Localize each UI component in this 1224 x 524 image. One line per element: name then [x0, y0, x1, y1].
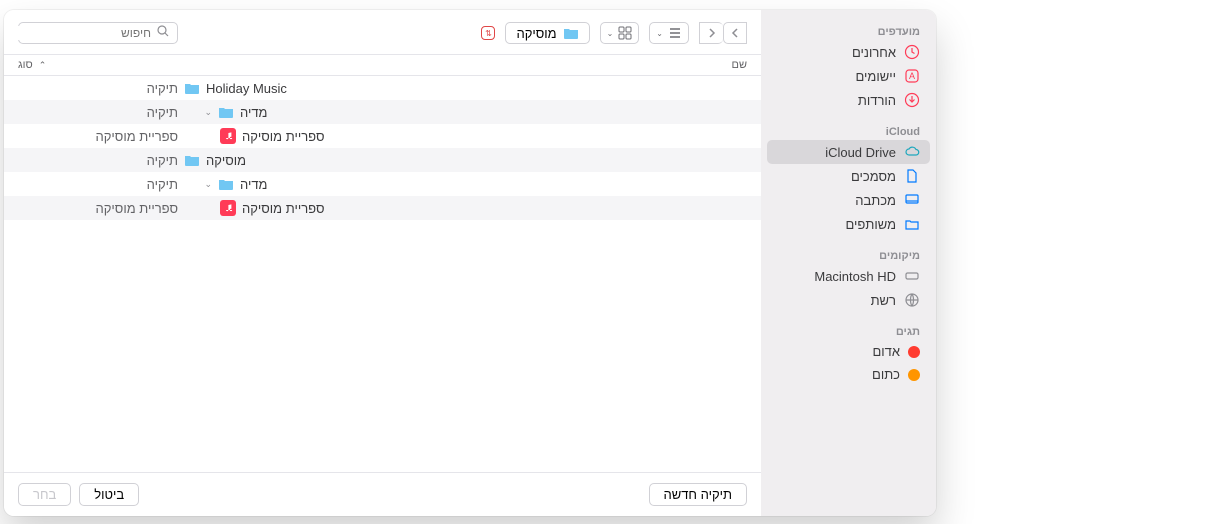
file-list: Holiday Music תיקיה מדיה ⌄ תיקיה ספריית מוסיק…: [4, 76, 761, 472]
view-group-button[interactable]: ⌄: [600, 22, 640, 44]
sidebar-item-shared[interactable]: משותפים: [761, 212, 936, 236]
sidebar-item-label: כתום: [777, 367, 900, 382]
sidebar-heading-tags: תגים: [761, 322, 936, 340]
folder-icon: [218, 176, 234, 192]
row-name-cell: מדיה ⌄: [178, 176, 747, 192]
sidebar-item-label: הורדות: [777, 93, 896, 108]
toolbar: ⌄ ⌄ מוסיקה ⇅: [4, 10, 761, 54]
sidebar-item-label: אחרונים: [777, 45, 896, 60]
row-name-label: מדיה: [240, 105, 268, 120]
sidebar-heading-icloud: iCloud: [761, 122, 936, 140]
nav-buttons: [699, 22, 747, 44]
sidebar-item-label: Macintosh HD: [777, 269, 896, 284]
search-icon: [157, 24, 169, 42]
shared-folder-icon: [904, 216, 920, 232]
table-row[interactable]: ספריית מוסיקה ספריית מוסיקה: [4, 124, 761, 148]
row-kind-cell: ספריית מוסיקה: [18, 129, 178, 144]
sidebar-tag-red[interactable]: אדום: [761, 340, 936, 363]
sidebar-tag-orange[interactable]: כתום: [761, 363, 936, 386]
finder-open-dialog: מועדפים אחרונים A יישומים הורדות iCloud …: [4, 10, 936, 516]
sidebar-item-icloud-drive[interactable]: iCloud Drive: [767, 140, 930, 164]
folder-icon: [184, 80, 200, 96]
sidebar-item-desktop[interactable]: מכתבה: [761, 188, 936, 212]
music-library-icon: [220, 128, 236, 144]
sidebar-item-label: מכתבה: [777, 193, 896, 208]
row-name-cell: ספריית מוסיקה: [178, 128, 747, 144]
sidebar: מועדפים אחרונים A יישומים הורדות iCloud …: [761, 10, 936, 516]
music-library-icon: [220, 200, 236, 216]
search-field[interactable]: [18, 22, 178, 44]
svg-text:A: A: [909, 71, 915, 81]
sidebar-item-label: רשת: [777, 293, 896, 308]
chevron-down-icon: ⌄: [656, 29, 663, 38]
choose-button[interactable]: בחר: [18, 483, 71, 506]
row-name-cell: מדיה ⌄: [178, 104, 747, 120]
nav-forward-button[interactable]: [699, 22, 723, 44]
sidebar-heading-locations: מיקומים: [761, 246, 936, 264]
folder-icon: [218, 104, 234, 120]
location-popup[interactable]: מוסיקה: [505, 22, 589, 44]
row-name-label: מדיה: [240, 177, 268, 192]
folder-icon: [563, 25, 579, 41]
sidebar-item-macintosh-hd[interactable]: Macintosh HD: [761, 264, 936, 288]
sidebar-item-network[interactable]: רשת: [761, 288, 936, 312]
table-row[interactable]: מוסיקה תיקיה: [4, 148, 761, 172]
tag-dot-icon: [908, 369, 920, 381]
row-name-label: Holiday Music: [206, 81, 287, 96]
disclosure-triangle-icon[interactable]: ⌄: [202, 179, 212, 190]
sidebar-item-label: אדום: [777, 344, 900, 359]
sidebar-item-label: יישומים: [777, 69, 896, 84]
sidebar-item-documents[interactable]: מסמכים: [761, 164, 936, 188]
row-name-cell: ספריית מוסיקה: [178, 200, 747, 216]
network-icon: [904, 292, 920, 308]
row-name-cell: מוסיקה: [178, 152, 747, 168]
downloads-icon: [904, 92, 920, 108]
nav-back-button[interactable]: [723, 22, 747, 44]
row-kind-cell: תיקיה: [18, 81, 178, 96]
row-kind-cell: תיקיה: [18, 177, 178, 192]
table-row[interactable]: מדיה ⌄ תיקיה: [4, 100, 761, 124]
search-input[interactable]: [4, 26, 151, 40]
new-folder-button[interactable]: תיקיה חדשה: [649, 483, 748, 506]
column-header-name[interactable]: שם: [178, 59, 747, 71]
tag-dot-icon: [908, 346, 920, 358]
dropdown-indicator[interactable]: ⇅: [481, 26, 495, 40]
sidebar-heading-favorites: מועדפים: [761, 22, 936, 40]
column-header-kind[interactable]: ⌃ סוג: [18, 59, 178, 71]
clock-icon: [904, 44, 920, 60]
sidebar-item-label: משותפים: [777, 217, 896, 232]
desktop-icon: [904, 192, 920, 208]
table-row[interactable]: ספריית מוסיקה ספריית מוסיקה: [4, 196, 761, 220]
table-row[interactable]: Holiday Music תיקיה: [4, 76, 761, 100]
dialog-footer: תיקיה חדשה ביטול בחר: [4, 472, 761, 516]
disk-icon: [904, 268, 920, 284]
folder-icon: [184, 152, 200, 168]
sidebar-item-label: iCloud Drive: [777, 145, 896, 160]
updown-icon: ⇅: [485, 29, 492, 38]
sidebar-item-recents[interactable]: אחרונים: [761, 40, 936, 64]
sidebar-item-label: מסמכים: [777, 169, 896, 184]
disclosure-triangle-icon[interactable]: ⌄: [202, 107, 212, 118]
location-label: מוסיקה: [516, 26, 556, 41]
row-name-cell: Holiday Music: [178, 80, 747, 96]
row-name-label: מוסיקה: [206, 153, 246, 168]
chevron-down-icon: ⌄: [607, 29, 614, 38]
view-list-button[interactable]: ⌄: [649, 22, 689, 44]
cloud-icon: [904, 144, 920, 160]
document-icon: [904, 168, 920, 184]
table-row[interactable]: מדיה ⌄ תיקיה: [4, 172, 761, 196]
column-kind-label: סוג: [18, 59, 33, 71]
row-name-label: ספריית מוסיקה: [242, 129, 324, 144]
sidebar-item-applications[interactable]: A יישומים: [761, 64, 936, 88]
row-kind-cell: תיקיה: [18, 105, 178, 120]
row-kind-cell: תיקיה: [18, 153, 178, 168]
applications-icon: A: [904, 68, 920, 84]
sort-caret-icon: ⌃: [39, 60, 47, 71]
sidebar-item-downloads[interactable]: הורדות: [761, 88, 936, 112]
row-kind-cell: ספריית מוסיקה: [18, 201, 178, 216]
cancel-button[interactable]: ביטול: [79, 483, 139, 506]
row-name-label: ספריית מוסיקה: [242, 201, 324, 216]
list-header: שם ⌃ סוג: [4, 54, 761, 76]
main-pane: ⌄ ⌄ מוסיקה ⇅: [4, 10, 761, 516]
